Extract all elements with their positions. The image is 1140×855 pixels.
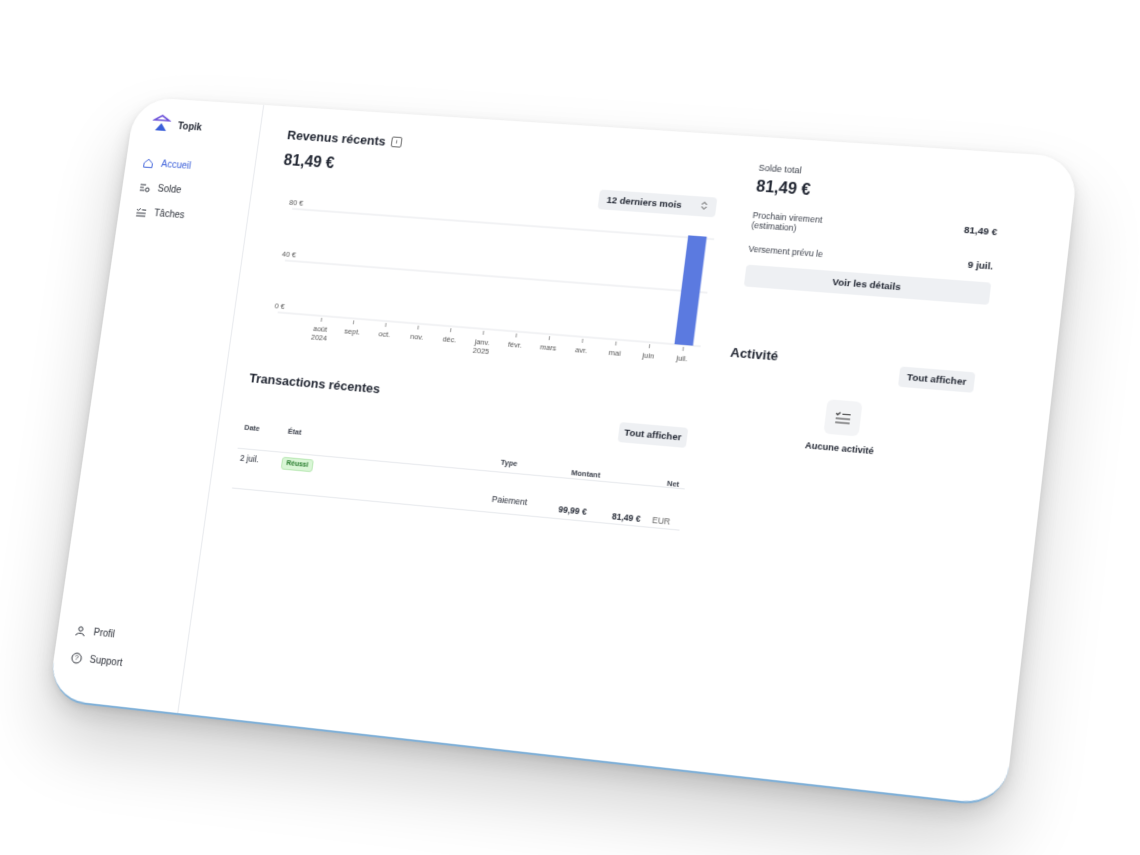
sidebar-nav: Accueil Solde Tâches bbox=[134, 150, 193, 227]
sidebar-item-accueil[interactable]: Accueil bbox=[141, 150, 193, 178]
brand[interactable]: Topik bbox=[150, 113, 203, 140]
x-tick-label: juil. bbox=[675, 353, 688, 363]
x-tick-label: août2024 bbox=[310, 324, 328, 343]
balance-icon bbox=[138, 182, 151, 194]
x-tick bbox=[321, 318, 322, 322]
x-tick bbox=[483, 331, 484, 335]
row-amount: 99,99 € bbox=[557, 504, 588, 517]
user-icon bbox=[74, 625, 87, 638]
x-tick bbox=[683, 347, 684, 351]
sidebar-item-label: Support bbox=[88, 654, 124, 669]
period-select[interactable]: 12 derniers mois bbox=[597, 189, 718, 218]
header-state: État bbox=[287, 426, 303, 437]
info-icon[interactable]: i bbox=[390, 136, 403, 148]
gridline bbox=[292, 209, 714, 239]
x-tick-label: juin bbox=[641, 350, 655, 360]
help-icon: ? bbox=[70, 652, 83, 665]
row-date: 2 juil. bbox=[239, 452, 260, 465]
period-select-value: 12 derniers mois bbox=[605, 194, 683, 211]
row-type: Paiement bbox=[491, 493, 528, 508]
svg-text:?: ? bbox=[74, 655, 79, 662]
header-date: Date bbox=[243, 422, 261, 433]
transactions-title: Transactions récentes bbox=[248, 370, 382, 397]
chevron-up-down-icon bbox=[699, 200, 709, 213]
y-tick-label: 0 € bbox=[274, 301, 285, 311]
x-tick bbox=[582, 339, 585, 344]
header-amount: Montant bbox=[570, 468, 601, 480]
activity-section: Activité Tout afficher Aucune activité bbox=[729, 344, 982, 456]
x-tick bbox=[450, 328, 451, 332]
sidebar-item-solde[interactable]: Solde bbox=[137, 175, 189, 203]
app-window: Topik Accueil Solde Tâches Profil ? Supp… bbox=[47, 96, 1079, 808]
topik-logo-icon bbox=[150, 113, 172, 138]
x-tick-label: mai bbox=[608, 348, 622, 358]
revenue-title: Revenus récents i bbox=[286, 128, 403, 150]
x-tick-label: sept. bbox=[344, 326, 361, 336]
transactions-view-all-button[interactable]: Tout afficher bbox=[617, 422, 689, 448]
sidebar-item-label: Tâches bbox=[153, 207, 186, 221]
sidebar-item-taches[interactable]: Tâches bbox=[134, 200, 186, 228]
revenue-amount: 81,49 € bbox=[282, 152, 336, 173]
status-badge: Réussi bbox=[280, 456, 314, 473]
brand-name: Topik bbox=[177, 121, 203, 134]
x-tick bbox=[516, 334, 517, 338]
y-tick-label: 80 € bbox=[289, 198, 304, 208]
sidebar-item-label: Solde bbox=[156, 183, 183, 196]
x-tick-label: janv.2025 bbox=[472, 337, 491, 356]
x-tick-label: avr. bbox=[575, 345, 588, 355]
payout-value: 9 juil. bbox=[967, 259, 994, 273]
x-tick-label: mars bbox=[539, 342, 557, 352]
payout-label: Versement prévu le bbox=[747, 243, 824, 260]
row-net: 81,49 € bbox=[611, 511, 642, 524]
x-tick-label: nov. bbox=[410, 332, 424, 342]
activity-empty-text: Aucune activité bbox=[804, 440, 875, 457]
balance-summary: Solde total 81,49 € Prochain virement (e… bbox=[743, 163, 1004, 305]
x-tick-label: oct. bbox=[378, 329, 391, 339]
sidebar-bottom: Profil ? Support bbox=[69, 617, 128, 677]
checklist-icon bbox=[823, 399, 863, 437]
next-transfer-label: Prochain virement (estimation) bbox=[750, 210, 823, 234]
x-tick bbox=[549, 336, 550, 340]
main-content: Revenus récents i 81,49 € 12 derniers mo… bbox=[177, 105, 1079, 806]
sidebar-item-label: Accueil bbox=[160, 158, 192, 172]
home-icon bbox=[142, 157, 155, 169]
x-tick bbox=[353, 320, 354, 324]
x-tick-label: déc. bbox=[442, 334, 457, 344]
header-type: Type bbox=[500, 457, 518, 469]
activity-view-all-button[interactable]: Tout afficher bbox=[897, 366, 976, 393]
sidebar-item-support[interactable]: ? Support bbox=[69, 644, 124, 677]
sidebar-item-label: Profil bbox=[92, 626, 116, 640]
next-transfer-row: Prochain virement (estimation) 81,49 € bbox=[751, 210, 998, 247]
x-tick bbox=[649, 344, 650, 348]
x-tick bbox=[418, 326, 419, 330]
revenue-title-text: Revenus récents bbox=[286, 127, 387, 149]
x-tick-label: févr. bbox=[508, 340, 523, 350]
row-currency: EUR bbox=[651, 514, 671, 527]
activity-empty-state: Aucune activité bbox=[792, 397, 891, 457]
view-details-button[interactable]: Voir les détails bbox=[743, 264, 992, 305]
activity-title: Activité bbox=[729, 344, 780, 364]
revenue-chart: 0 € 40 € 80 € août2024 sept. oct. nov. déc. janv… bbox=[274, 198, 726, 363]
y-tick-label: 40 € bbox=[281, 249, 296, 259]
tasks-icon bbox=[135, 206, 148, 218]
x-tick bbox=[614, 341, 617, 346]
gridline bbox=[285, 260, 707, 292]
x-tick bbox=[386, 323, 387, 327]
next-transfer-value: 81,49 € bbox=[963, 224, 998, 239]
